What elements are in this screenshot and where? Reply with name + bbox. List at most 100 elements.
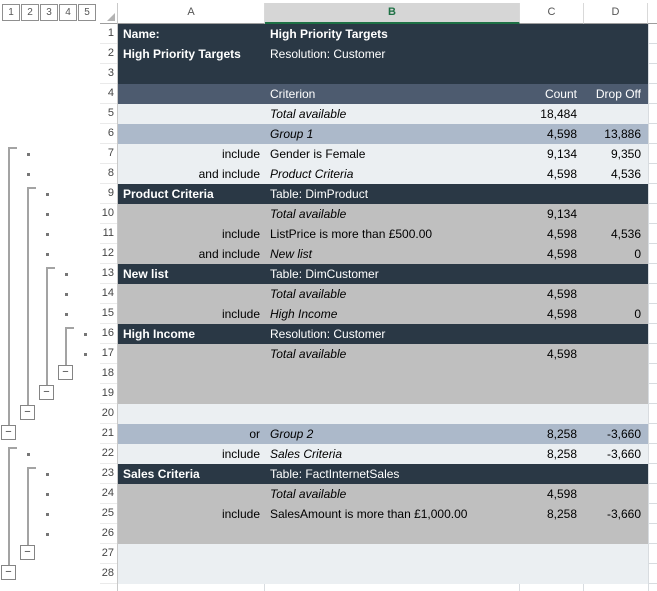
row-header-2[interactable]: 2 [100,44,117,64]
cell-B11[interactable]: ListPrice is more than £500.00 [265,224,520,244]
cell-C6[interactable]: 4,598 [520,124,584,144]
row-header-26[interactable]: 26 [100,524,117,544]
cell-B19[interactable] [265,384,520,404]
row-header-17[interactable]: 17 [100,344,117,364]
cell-D26[interactable] [584,524,648,544]
cell-D14[interactable] [584,284,648,304]
cell-A17[interactable] [118,344,265,364]
cell-B10[interactable]: Total available [265,204,520,224]
cell-C12[interactable]: 4,598 [520,244,584,264]
cell-C19[interactable] [520,384,584,404]
cell-B5[interactable]: Total available [265,104,520,124]
cell-D20[interactable] [584,404,648,424]
cell-A6[interactable] [118,124,265,144]
cell-B22[interactable]: Sales Criteria [265,444,520,464]
row-header-24[interactable]: 24 [100,484,117,504]
cell-A4[interactable] [118,84,265,104]
cell-A22[interactable]: include [118,444,265,464]
cell-B13[interactable]: Table: DimCustomer [265,264,520,284]
cell-A1[interactable]: Name: [118,24,265,44]
cell-B6[interactable]: Group 1 [265,124,520,144]
row-header-6[interactable]: 6 [100,124,117,144]
cell-C13[interactable] [520,264,584,284]
cell-D9[interactable] [584,184,648,204]
cell-A15[interactable]: include [118,304,265,324]
row-header-3[interactable]: 3 [100,64,117,84]
cell-B25[interactable]: SalesAmount is more than £1,000.00 [265,504,520,524]
collapse-group-button[interactable]: − [1,425,16,440]
cell-B1[interactable]: High Priority Targets [265,24,520,44]
cell-A13[interactable]: New list [118,264,265,284]
cell-A18[interactable] [118,364,265,384]
cell-C10[interactable]: 9,134 [520,204,584,224]
cell-A8[interactable]: and include [118,164,265,184]
cell-D23[interactable] [584,464,648,484]
cell-D27[interactable] [584,544,648,564]
cell-B12[interactable]: New list [265,244,520,264]
cell-B17[interactable]: Total available [265,344,520,364]
row-header-19[interactable]: 19 [100,384,117,404]
row-header-22[interactable]: 22 [100,444,117,464]
cell-B27[interactable] [265,544,520,564]
cell-C9[interactable] [520,184,584,204]
collapse-group-button[interactable]: − [58,365,73,380]
cell-D13[interactable] [584,264,648,284]
cell-C23[interactable] [520,464,584,484]
cell-A5[interactable] [118,104,265,124]
cell-A14[interactable] [118,284,265,304]
cell-D17[interactable] [584,344,648,364]
cell-A20[interactable] [118,404,265,424]
cell-A27[interactable] [118,544,265,564]
cell-D5[interactable] [584,104,648,124]
cell-D19[interactable] [584,384,648,404]
row-header-23[interactable]: 23 [100,464,117,484]
row-header-27[interactable]: 27 [100,544,117,564]
outline-level-button-3[interactable]: 3 [40,4,58,21]
cell-C4[interactable]: Count [520,84,584,104]
cell-D24[interactable] [584,484,648,504]
row-header-7[interactable]: 7 [100,144,117,164]
cell-D6[interactable]: 13,886 [584,124,648,144]
cell-C22[interactable]: 8,258 [520,444,584,464]
cell-D2[interactable] [584,44,648,64]
cell-D25[interactable]: -3,660 [584,504,648,524]
cell-D22[interactable]: -3,660 [584,444,648,464]
cell-B26[interactable] [265,524,520,544]
cell-D11[interactable]: 4,536 [584,224,648,244]
cell-C25[interactable]: 8,258 [520,504,584,524]
cell-C18[interactable] [520,364,584,384]
cell-C24[interactable]: 4,598 [520,484,584,504]
cell-B4[interactable]: Criterion [265,84,520,104]
cell-C20[interactable] [520,404,584,424]
cell-C17[interactable]: 4,598 [520,344,584,364]
cell-A10[interactable] [118,204,265,224]
cell-C15[interactable]: 4,598 [520,304,584,324]
cell-B24[interactable]: Total available [265,484,520,504]
row-header-12[interactable]: 12 [100,244,117,264]
cell-B23[interactable]: Table: FactInternetSales [265,464,520,484]
cell-A23[interactable]: Sales Criteria [118,464,265,484]
row-header-10[interactable]: 10 [100,204,117,224]
collapse-group-button[interactable]: − [20,545,35,560]
cell-A11[interactable]: include [118,224,265,244]
cell-A9[interactable]: Product Criteria [118,184,265,204]
cell-A19[interactable] [118,384,265,404]
collapse-group-button[interactable]: − [20,405,35,420]
cell-B8[interactable]: Product Criteria [265,164,520,184]
row-header-5[interactable]: 5 [100,104,117,124]
cell-B3[interactable] [265,64,520,84]
cell-C2[interactable] [520,44,584,64]
collapse-group-button[interactable]: − [39,385,54,400]
row-header-8[interactable]: 8 [100,164,117,184]
row-header-13[interactable]: 13 [100,264,117,284]
cell-D18[interactable] [584,364,648,384]
cell-B20[interactable] [265,404,520,424]
cell-A21[interactable]: or [118,424,265,444]
cell-A16[interactable]: High Income [118,324,265,344]
cell-D1[interactable] [584,24,648,44]
cell-B28[interactable] [265,564,520,584]
cell-B9[interactable]: Table: DimProduct [265,184,520,204]
cell-B15[interactable]: High Income [265,304,520,324]
cell-C27[interactable] [520,544,584,564]
cell-B18[interactable] [265,364,520,384]
